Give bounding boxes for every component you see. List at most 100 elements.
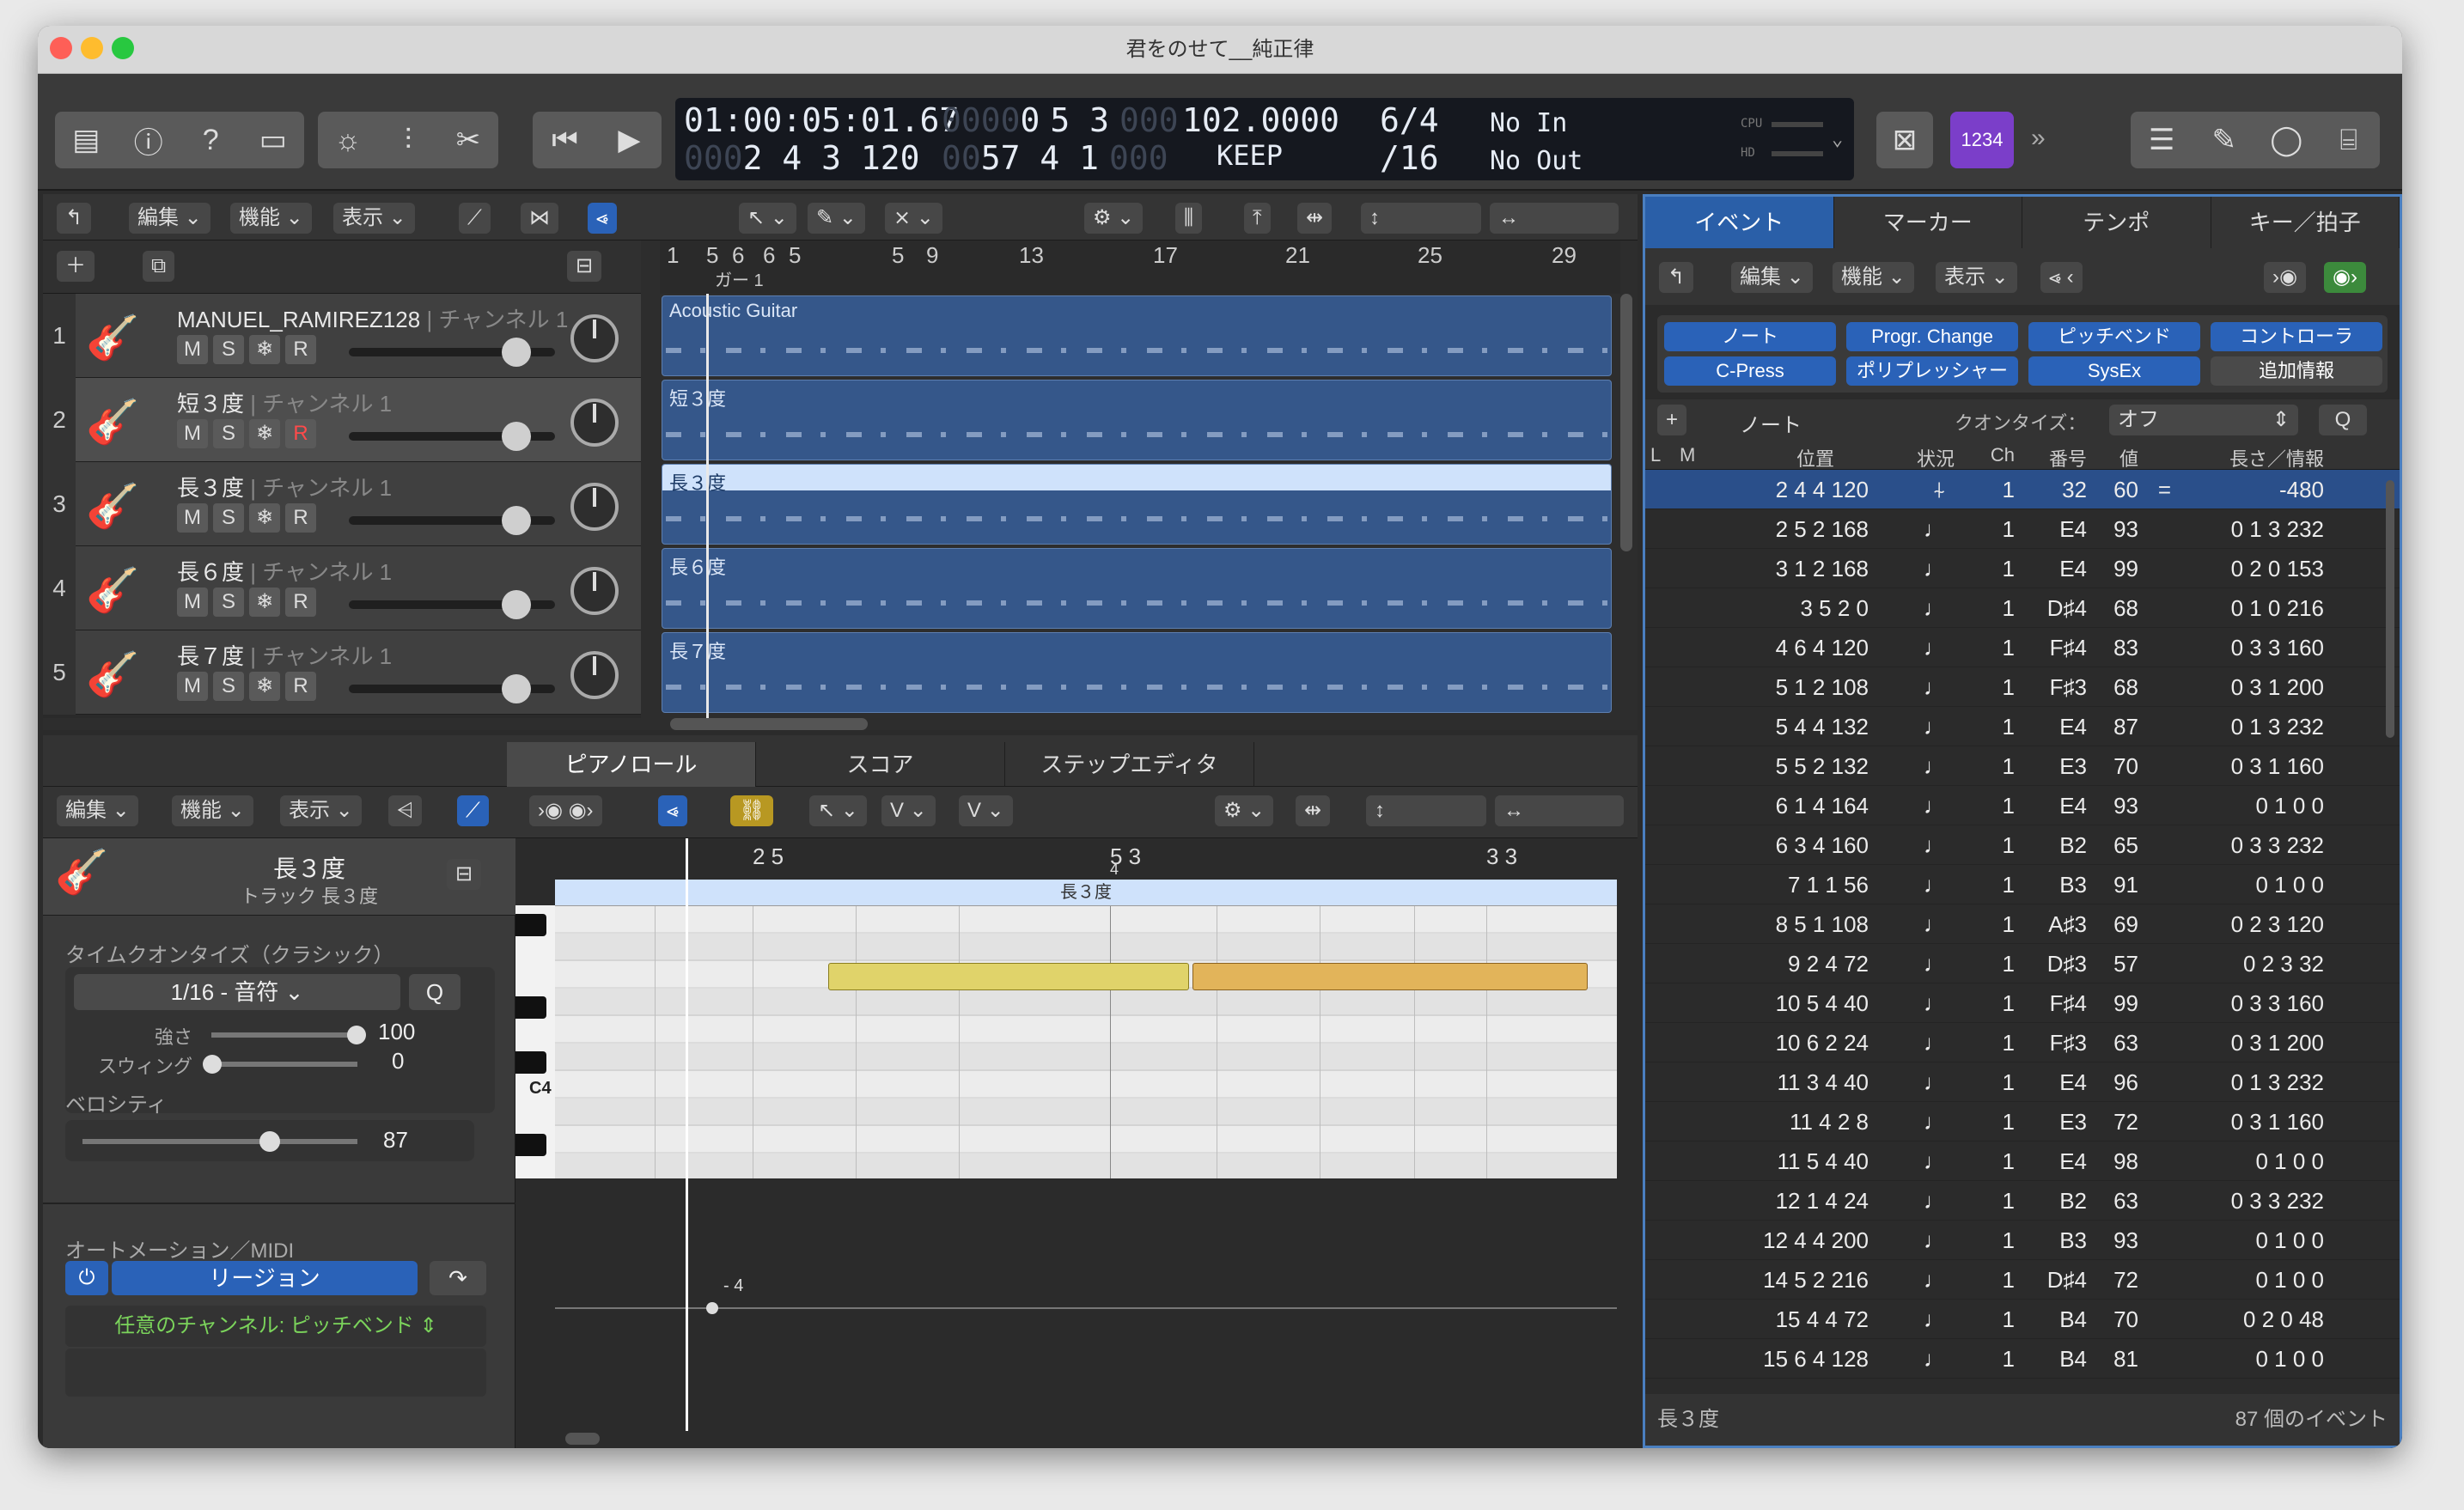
loops-icon[interactable]: ◯ <box>2258 123 2315 157</box>
vertical-fit-icon[interactable]: ⤒ <box>1244 203 1271 234</box>
midi-note[interactable] <box>1192 963 1588 990</box>
ev-scrollbar[interactable] <box>2386 480 2394 738</box>
col-position[interactable]: 位置 <box>1731 444 1834 472</box>
event-row[interactable]: 5 4 4 132 ♩ 1 E4 87 0 1 3 232 <box>1645 707 2400 746</box>
swing-slider[interactable] <box>203 1055 357 1074</box>
pr-vzoom-slider[interactable]: ↕ <box>1366 795 1486 826</box>
pr-edit-menu[interactable]: 編集 ⌄ <box>57 795 138 826</box>
create-type[interactable]: ノート <box>1740 408 1802 438</box>
event-row[interactable]: 6 3 4 160 ♩ 1 B2 65 0 3 3 232 <box>1645 825 2400 865</box>
tab-tempo[interactable]: テンポ <box>2022 197 2211 248</box>
col-value[interactable]: 値 <box>2104 444 2138 472</box>
track-header[interactable]: 5 🎸 長７度 | チャンネル 1 M S ❄ R <box>43 630 641 715</box>
solo-button[interactable]: S <box>213 335 244 364</box>
quantize-q-button[interactable]: Q <box>409 974 460 1010</box>
pr-hzoom-slider[interactable]: ↔ <box>1495 795 1624 826</box>
track-header[interactable]: 4 🎸 長６度 | チャンネル 1 M S ❄ R <box>43 546 641 630</box>
link-icon[interactable]: ⛓ <box>730 795 774 826</box>
freeze-icon[interactable]: ❄ <box>249 672 280 701</box>
duplicate-track-icon[interactable]: ⧉ <box>143 251 175 282</box>
col-channel[interactable]: Ch <box>1984 444 2015 466</box>
volume-fader[interactable] <box>349 674 555 703</box>
ev-view-menu[interactable]: 表示 ⌄ <box>1936 262 2017 293</box>
midi-region[interactable]: Acoustic Guitar <box>662 295 1612 376</box>
track-header[interactable]: 3 🎸 長３度 | チャンネル 1 M S ❄ R <box>43 462 641 546</box>
col-status[interactable]: 状況 <box>1903 444 1955 472</box>
rewind-icon[interactable]: ⏮ <box>537 124 594 157</box>
smart-controls-icon[interactable]: ☼ <box>320 124 376 157</box>
count-in-button[interactable]: 1234 <box>1950 112 2014 168</box>
pencil-tool-icon[interactable]: ✎ ⌄ <box>808 203 865 234</box>
quantize-select[interactable]: 1/16 - 音符 ⌄ <box>74 974 400 1010</box>
filter-button[interactable]: Progr. Change <box>1846 322 2018 351</box>
event-row[interactable]: 5 5 2 132 ♩ 1 E3 70 0 3 1 160 <box>1645 746 2400 786</box>
ev-midi-out-icon[interactable]: ◉› <box>2324 262 2366 293</box>
notepad-icon[interactable]: ✎ <box>2196 123 2253 157</box>
play-icon[interactable]: ▶ <box>601 123 658 157</box>
inspector-collapse-icon[interactable]: ⊟ <box>447 859 482 890</box>
pan-knob[interactable] <box>570 567 619 615</box>
back-icon[interactable]: ↰ <box>57 203 92 234</box>
event-row[interactable]: 9 2 4 72 ♩ 1 D♯3 57 0 2 3 32 <box>1645 944 2400 983</box>
marker-label[interactable]: ガー 1 <box>715 266 764 291</box>
filter-button[interactable]: ノート <box>1664 322 1836 351</box>
tracks-func-menu[interactable]: 機能 ⌄ <box>230 203 312 234</box>
track-header[interactable]: 2 🎸 短３度 | チャンネル 1 M S ❄ R <box>43 378 641 462</box>
ev-catch-icon[interactable]: ⩹ ‹ <box>2040 262 2083 293</box>
midi-note[interactable] <box>828 963 1189 990</box>
toolbar-icon[interactable]: ▭ <box>245 123 302 157</box>
event-row[interactable]: 3 5 2 0 ♩ 1 D♯4 68 0 1 0 216 <box>1645 588 2400 628</box>
vertical-zoom-slider[interactable]: ↕ <box>1361 203 1481 234</box>
pr-view-menu[interactable]: 表示 ⌄ <box>280 795 362 826</box>
pan-knob[interactable] <box>570 314 619 362</box>
event-row[interactable]: 12 1 4 24 ♩ 1 B2 63 0 3 3 232 <box>1645 1181 2400 1221</box>
col-l[interactable]: L <box>1650 444 1661 466</box>
event-row[interactable]: 11 3 4 40 ♩ 1 E4 96 0 1 3 232 <box>1645 1062 2400 1102</box>
volume-fader[interactable] <box>349 338 555 367</box>
info-icon[interactable]: ⓘ <box>120 119 177 161</box>
track-name[interactable]: 長７度 <box>177 643 244 669</box>
track-name[interactable]: 長３度 <box>177 475 244 501</box>
record-enable-button[interactable]: R <box>285 419 316 448</box>
tracks-view-menu[interactable]: 表示 ⌄ <box>333 203 415 234</box>
collapse-icon[interactable]: ⩤ <box>388 795 423 826</box>
browser-icon[interactable]: ⌸ <box>2321 124 2377 157</box>
record-enable-button[interactable]: R <box>285 672 316 701</box>
pan-knob[interactable] <box>570 483 619 531</box>
filter-button[interactable]: コントローラ <box>2211 322 2382 351</box>
horizontal-fit-icon[interactable]: ⇹ <box>1297 203 1333 234</box>
event-row[interactable]: 11 5 4 40 ♩ 1 E4 98 0 1 0 0 <box>1645 1142 2400 1181</box>
record-enable-button[interactable]: R <box>285 503 316 533</box>
solo-button[interactable]: S <box>213 672 244 701</box>
filter-button[interactable]: SysEx <box>2028 356 2200 386</box>
playhead[interactable] <box>706 294 709 723</box>
midi-region[interactable]: 長３度 <box>662 464 1612 545</box>
tab-piano-roll[interactable]: ピアノロール <box>507 742 756 787</box>
midi-region[interactable]: 短３度 <box>662 380 1612 460</box>
midi-in-icon[interactable]: ›◉ ◉› <box>529 795 602 826</box>
marquee-tool-icon[interactable]: ⨯ ⌄ <box>885 203 942 234</box>
pr-playhead[interactable] <box>686 838 688 1431</box>
filter-button[interactable]: 追加情報 <box>2211 356 2382 386</box>
pointer-tool-icon[interactable]: ↖ ⌄ <box>739 203 796 234</box>
piano-keyboard[interactable]: C4 <box>515 905 555 1178</box>
horizontal-zoom-slider[interactable]: ↔ <box>1490 203 1619 234</box>
ev-func-menu[interactable]: 機能 ⌄ <box>1833 262 1914 293</box>
automation-channel-select[interactable]: 任意のチャンネル: ピッチベンド ⇕ <box>65 1306 486 1347</box>
waveform-zoom-icon[interactable]: ⫼ <box>1175 203 1203 234</box>
filter-button[interactable]: C-Press <box>1664 356 1836 386</box>
pan-knob[interactable] <box>570 651 619 699</box>
scissors-icon[interactable]: ✂ <box>440 123 497 157</box>
event-row[interactable]: 11 4 2 8 ♩ 1 E3 72 0 3 1 160 <box>1645 1102 2400 1142</box>
freeze-icon[interactable]: ❄ <box>249 419 280 448</box>
tab-events[interactable]: イベント <box>1645 197 1834 248</box>
volume-fader[interactable] <box>349 506 555 535</box>
track-header[interactable]: 1 🎸 MANUEL_RAMIREZ128 | チャンネル 1 M S ❄ R <box>43 294 641 378</box>
filter-button[interactable]: ピッチベンド <box>2028 322 2200 351</box>
tab-step-editor[interactable]: ステップエディタ <box>1005 742 1254 787</box>
tab-score[interactable]: スコア <box>756 742 1005 787</box>
event-row[interactable]: 14 5 2 216 ♩ 1 D♯4 72 0 1 0 0 <box>1645 1260 2400 1300</box>
record-enable-button[interactable]: R <box>285 588 316 617</box>
ev-midi-in-icon[interactable]: ›◉ <box>2264 262 2306 293</box>
event-row[interactable]: 15 4 4 72 ♩ 1 B4 70 0 2 0 48 <box>1645 1300 2400 1339</box>
